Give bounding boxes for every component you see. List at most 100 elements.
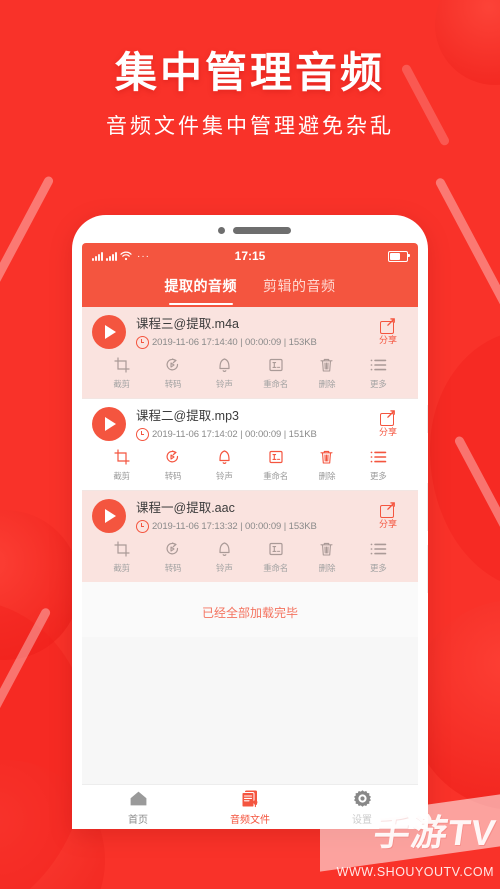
bell-icon [199, 539, 250, 559]
audio-tabs: 提取的音频 剪辑的音频 [82, 269, 418, 307]
transcode-icon [147, 355, 198, 375]
list-end-message: 已经全部加载完毕 [82, 582, 418, 637]
action-rename[interactable]: 重命名 [250, 539, 301, 574]
action-delete[interactable]: 删除 [301, 447, 352, 482]
action-crop[interactable]: 截剪 [96, 355, 147, 390]
rename-icon [250, 539, 301, 559]
action-delete[interactable]: 删除 [301, 539, 352, 574]
crop-icon [96, 447, 147, 467]
clock-icon [136, 427, 149, 441]
list-icon [353, 355, 404, 375]
action-transcode[interactable]: 转码 [147, 355, 198, 390]
list-item[interactable]: 课程二@提取.mp3 2019-11-06 17:14:02 | 00:00:0… [82, 398, 418, 490]
file-name: 课程一@提取.aac [136, 500, 235, 515]
crop-icon [96, 355, 147, 375]
action-delete[interactable]: 删除 [301, 355, 352, 390]
tab-extracted-audio[interactable]: 提取的音频 [165, 269, 238, 307]
bell-icon [199, 447, 250, 467]
battery-icon [388, 250, 410, 262]
share-button[interactable]: 分享 [368, 409, 408, 438]
home-icon [82, 789, 194, 809]
list-item-actions: 截剪 转码 铃声 重命名 删除 更多 [92, 441, 408, 484]
list-icon [353, 539, 404, 559]
action-transcode[interactable]: 转码 [147, 539, 198, 574]
nav-label: 音频文件 [230, 814, 270, 826]
watermark-url: WWW.SHOUYOUTV.COM [336, 865, 494, 879]
share-button[interactable]: 分享 [368, 501, 408, 530]
action-label: 删除 [318, 563, 336, 573]
share-icon [380, 409, 396, 426]
list-item-meta: 课程三@提取.m4a 2019-11-06 17:14:40 | 00:00:0… [136, 316, 366, 349]
action-ringtone[interactable]: 铃声 [199, 355, 250, 390]
file-info: 2019-11-06 17:14:02 | 00:00:09 | 151KB [152, 428, 317, 440]
audio-file-list: 课程三@提取.m4a 2019-11-06 17:14:40 | 00:00:0… [82, 307, 418, 637]
crop-icon [96, 539, 147, 559]
action-transcode[interactable]: 转码 [147, 447, 198, 482]
action-more[interactable]: 更多 [353, 447, 404, 482]
action-label: 铃声 [216, 471, 233, 481]
action-label: 铃声 [216, 563, 233, 573]
clock-icon [136, 519, 149, 533]
list-item-header: 课程一@提取.aac 2019-11-06 17:13:32 | 00:00:0… [92, 499, 408, 533]
clock-icon [136, 335, 149, 349]
action-ringtone[interactable]: 铃声 [199, 539, 250, 574]
action-label: 更多 [370, 563, 387, 573]
file-info: 2019-11-06 17:13:32 | 00:00:09 | 153KB [152, 520, 317, 532]
action-label: 删除 [318, 471, 336, 481]
list-icon [353, 447, 404, 467]
action-ringtone[interactable]: 铃声 [199, 447, 250, 482]
action-label: 更多 [370, 379, 387, 389]
headline-block: 集中管理音频 音频文件集中管理避免杂乱 [0, 49, 500, 138]
trash-icon [301, 447, 352, 467]
nav-label: 首页 [128, 814, 148, 826]
front-camera-icon [218, 227, 225, 234]
action-label: 删除 [318, 379, 336, 389]
promo-subtitle: 音频文件集中管理避免杂乱 [106, 115, 394, 138]
trash-icon [301, 539, 352, 559]
list-item-header: 课程二@提取.mp3 2019-11-06 17:14:02 | 00:00:0… [92, 407, 408, 441]
list-item[interactable]: 课程三@提取.m4a 2019-11-06 17:14:40 | 00:00:0… [82, 307, 418, 398]
action-label: 重命名 [263, 379, 289, 389]
share-icon [380, 317, 396, 334]
action-crop[interactable]: 截剪 [96, 447, 147, 482]
nav-item-home[interactable]: 首页 [82, 789, 194, 826]
tab-edited-audio[interactable]: 剪辑的音频 [263, 269, 336, 307]
play-button[interactable] [92, 407, 126, 441]
action-label: 转码 [164, 471, 182, 481]
play-button[interactable] [92, 499, 126, 533]
list-item-actions: 截剪 转码 铃声 重命名 删除 更多 [92, 349, 408, 392]
rename-icon [250, 355, 301, 375]
audio-file-icon [194, 789, 306, 809]
play-button[interactable] [92, 315, 126, 349]
rename-icon [250, 447, 301, 467]
decor-stripe [434, 176, 500, 314]
transcode-icon [147, 539, 198, 559]
status-bar: ··· 17:15 [82, 243, 418, 269]
action-label: 铃声 [216, 379, 233, 389]
file-name: 课程三@提取.m4a [136, 316, 239, 331]
file-info: 2019-11-06 17:14:40 | 00:00:09 | 153KB [152, 336, 317, 348]
gear-icon [306, 789, 418, 809]
share-label: 分享 [378, 334, 397, 345]
share-button[interactable]: 分享 [368, 317, 408, 346]
status-bar-clock: 17:15 [234, 249, 266, 263]
action-more[interactable]: 更多 [353, 355, 404, 390]
promo-title: 集中管理音频 [114, 49, 385, 96]
action-rename[interactable]: 重命名 [250, 355, 301, 390]
promo-poster: 集中管理音频 音频文件集中管理避免杂乱 ··· 17:15 提取的音频 剪辑的音… [0, 0, 500, 889]
action-more[interactable]: 更多 [353, 539, 404, 574]
phone-mute-button [427, 405, 428, 433]
status-bar-right [388, 250, 410, 262]
file-info-row: 2019-11-06 17:14:40 | 00:00:09 | 153KB [136, 335, 366, 349]
share-label: 分享 [378, 426, 397, 437]
transcode-icon [147, 447, 198, 467]
phone-earpiece-area [72, 215, 428, 243]
action-crop[interactable]: 截剪 [96, 539, 147, 574]
list-item[interactable]: 课程一@提取.aac 2019-11-06 17:13:32 | 00:00:0… [82, 490, 418, 582]
nav-item-audio-files[interactable]: 音频文件 [194, 789, 306, 826]
file-name: 课程二@提取.mp3 [136, 408, 239, 423]
list-item-header: 课程三@提取.m4a 2019-11-06 17:14:40 | 00:00:0… [92, 315, 408, 349]
share-label: 分享 [378, 518, 397, 529]
decor-stripe [0, 174, 55, 286]
action-rename[interactable]: 重命名 [250, 447, 301, 482]
